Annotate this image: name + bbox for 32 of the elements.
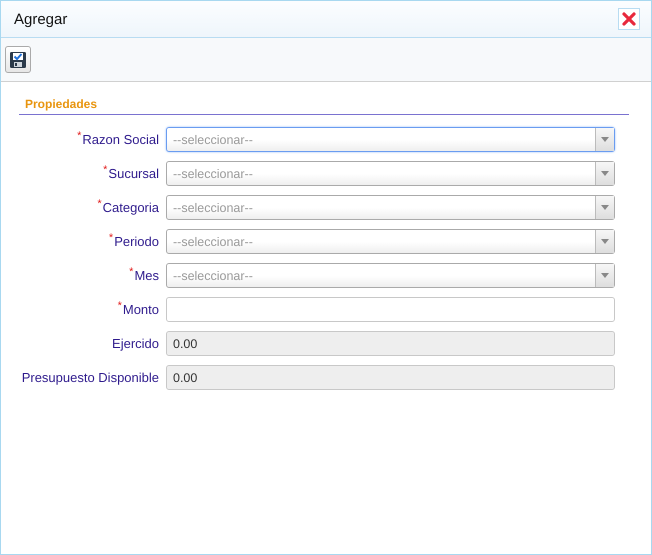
save-button[interactable]	[5, 46, 31, 73]
caret-icon	[601, 273, 609, 278]
required-mark: *	[129, 266, 134, 278]
field-label: Ejercido	[112, 336, 159, 351]
close-button[interactable]	[618, 8, 640, 30]
dropdown[interactable]: --seleccionar--	[166, 161, 615, 186]
dropdown[interactable]: --seleccionar--	[166, 263, 615, 288]
input-field: 0.00	[166, 331, 615, 356]
field-label: Presupuesto Disponible	[22, 370, 159, 385]
required-mark: *	[77, 130, 82, 142]
section-title: Propiedades	[19, 97, 629, 115]
caret-icon	[601, 239, 609, 244]
field-label: Sucursal	[108, 166, 159, 181]
input-field[interactable]	[166, 297, 615, 322]
field-label: Monto	[122, 302, 159, 317]
close-icon	[622, 12, 636, 26]
field-label: Categoria	[102, 200, 159, 215]
dropdown[interactable]: --seleccionar--	[166, 127, 615, 152]
required-mark: *	[103, 164, 108, 176]
caret-icon	[601, 137, 609, 142]
window-title: Agregar	[14, 10, 68, 28]
caret-icon	[601, 205, 609, 210]
required-mark: *	[108, 232, 114, 244]
dropdown[interactable]: --seleccionar--	[166, 195, 615, 220]
required-mark: *	[97, 198, 102, 210]
required-mark: *	[118, 300, 122, 312]
field-label: Mes	[134, 268, 159, 283]
caret-icon	[601, 171, 609, 176]
input-field: 0.00	[166, 365, 615, 390]
field-label: Periodo	[114, 234, 159, 249]
dropdown[interactable]: --seleccionar--	[166, 229, 615, 254]
field-label: Razon Social	[82, 132, 159, 147]
